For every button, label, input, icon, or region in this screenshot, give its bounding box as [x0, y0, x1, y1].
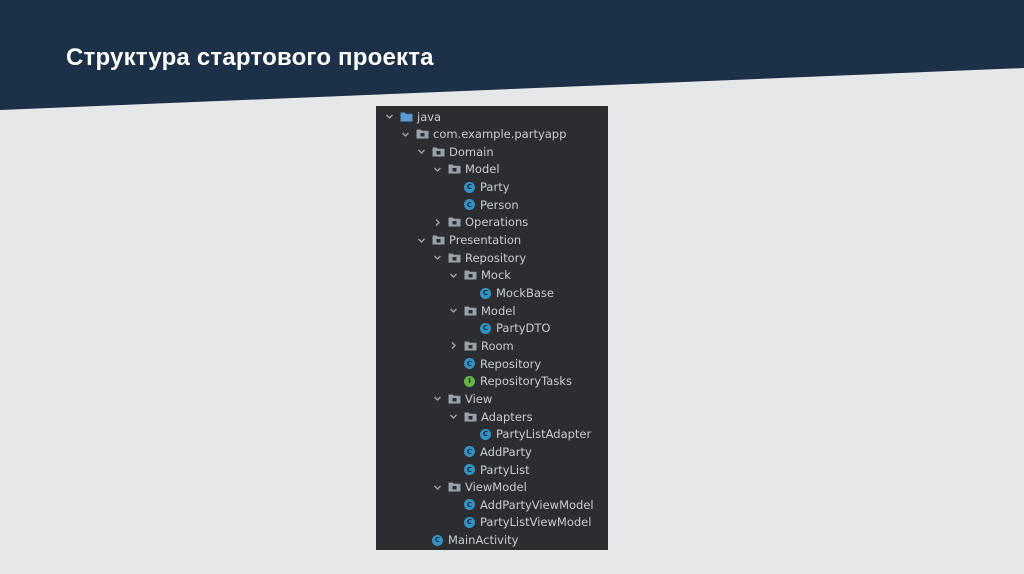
- tree-item[interactable]: Operations: [376, 214, 608, 231]
- package-icon: [448, 394, 461, 404]
- tree-item-label: MainActivity: [448, 533, 519, 548]
- class-icon: C: [464, 199, 475, 211]
- tree-item-label: Model: [465, 162, 500, 177]
- chevron-down-icon[interactable]: [400, 129, 410, 139]
- chevron-right-icon[interactable]: [432, 217, 442, 227]
- package-icon: [432, 235, 445, 245]
- tree-item[interactable]: Repository: [376, 249, 608, 266]
- tree-item[interactable]: C MockBase: [376, 285, 608, 302]
- tree-item-label: Model: [481, 303, 516, 318]
- chevron-down-icon[interactable]: [432, 164, 442, 174]
- package-icon: [432, 147, 445, 157]
- interface-icon: I: [464, 375, 475, 387]
- tree-item[interactable]: C PartyList: [376, 461, 608, 478]
- tree-item[interactable]: Domain: [376, 143, 608, 160]
- tree-item-label: AddParty: [480, 444, 532, 459]
- tree-item[interactable]: C PartyDTO: [376, 320, 608, 337]
- tree-item-label: RepositoryTasks: [480, 374, 572, 389]
- package-icon: [464, 270, 477, 280]
- class-icon: C: [480, 428, 491, 440]
- class-icon: C: [464, 516, 475, 528]
- tree-item-label: Presentation: [449, 233, 522, 248]
- tree-item-label: Adapters: [481, 409, 533, 424]
- tree-item[interactable]: C Person: [376, 196, 608, 213]
- class-icon: C: [464, 499, 475, 511]
- tree-item-label: Domain: [449, 144, 494, 159]
- tree-item-label: Repository: [480, 356, 542, 371]
- tree-item[interactable]: com.example.partyapp: [376, 126, 608, 143]
- tree-item-label: Operations: [465, 215, 529, 230]
- tree-item-label: Repository: [465, 250, 527, 265]
- chevron-down-icon[interactable]: [416, 235, 426, 245]
- chevron-down-icon[interactable]: [448, 270, 458, 280]
- tree-item-label: com.example.partyapp: [433, 127, 567, 142]
- tree-item[interactable]: View: [376, 390, 608, 407]
- package-icon: [448, 482, 461, 492]
- slide-title: Структура стартового проекта: [66, 44, 434, 71]
- tree-item[interactable]: I RepositoryTasks: [376, 373, 608, 390]
- chevron-down-icon[interactable]: [448, 412, 458, 422]
- folder-icon: [400, 112, 413, 121]
- class-icon: C: [480, 287, 491, 299]
- class-icon: C: [464, 446, 475, 458]
- tree-item[interactable]: ViewModel: [376, 479, 608, 496]
- class-icon: C: [464, 464, 475, 475]
- project-tree-panel: java com.example.partyapp Domain Model C Part…: [376, 106, 608, 550]
- chevron-down-icon[interactable]: [432, 253, 442, 263]
- tree-item[interactable]: C Repository: [376, 355, 608, 372]
- class-icon: C: [464, 358, 475, 370]
- tree-item-label: PartyListViewModel: [480, 515, 592, 530]
- tree-item-label: java: [417, 109, 442, 124]
- tree-item-label: View: [465, 391, 493, 406]
- chevron-down-icon[interactable]: [432, 482, 442, 492]
- package-icon: [448, 253, 461, 263]
- tree-item[interactable]: C MainActivity: [376, 532, 608, 549]
- tree-item-label: Mock: [481, 268, 511, 283]
- chevron-down-icon[interactable]: [416, 147, 426, 157]
- tree-item[interactable]: Adapters: [376, 408, 608, 425]
- tree-item[interactable]: C PartyListAdapter: [376, 426, 608, 443]
- tree-item-label: PartyDTO: [496, 321, 551, 336]
- tree-item[interactable]: C AddParty: [376, 443, 608, 460]
- chevron-down-icon[interactable]: [384, 112, 394, 122]
- tree-item-label: AddPartyViewModel: [480, 497, 594, 512]
- tree-item-label: PartyList: [480, 462, 530, 477]
- chevron-down-icon[interactable]: [448, 306, 458, 316]
- tree-item-label: PartyListAdapter: [496, 427, 592, 442]
- class-icon: C: [480, 322, 491, 334]
- tree-item[interactable]: Mock: [376, 267, 608, 284]
- tree-item-label: Party: [480, 180, 510, 195]
- tree-item-label: Room: [481, 338, 514, 353]
- tree-item-label: MockBase: [496, 286, 554, 300]
- tree-item-label: ViewModel: [465, 480, 527, 495]
- class-icon: C: [464, 181, 475, 193]
- chevron-right-icon[interactable]: [448, 341, 458, 351]
- class-icon: C: [432, 534, 443, 546]
- package-icon: [464, 412, 477, 422]
- tree-item[interactable]: Room: [376, 337, 608, 354]
- tree-item[interactable]: C PartyListViewModel: [376, 514, 608, 531]
- tree-item[interactable]: C Party: [376, 179, 608, 196]
- package-icon: [448, 164, 461, 174]
- tree-item[interactable]: java: [376, 108, 608, 125]
- tree-item[interactable]: Model: [376, 302, 608, 319]
- chevron-down-icon[interactable]: [432, 394, 442, 404]
- package-icon: [464, 306, 477, 316]
- tree-item[interactable]: Presentation: [376, 232, 608, 249]
- package-icon: [448, 217, 461, 227]
- tree-item[interactable]: C AddPartyViewModel: [376, 496, 608, 513]
- package-icon: [464, 341, 477, 351]
- tree-item[interactable]: Model: [376, 161, 608, 178]
- tree-item-label: Person: [480, 197, 519, 212]
- package-icon: [416, 129, 429, 139]
